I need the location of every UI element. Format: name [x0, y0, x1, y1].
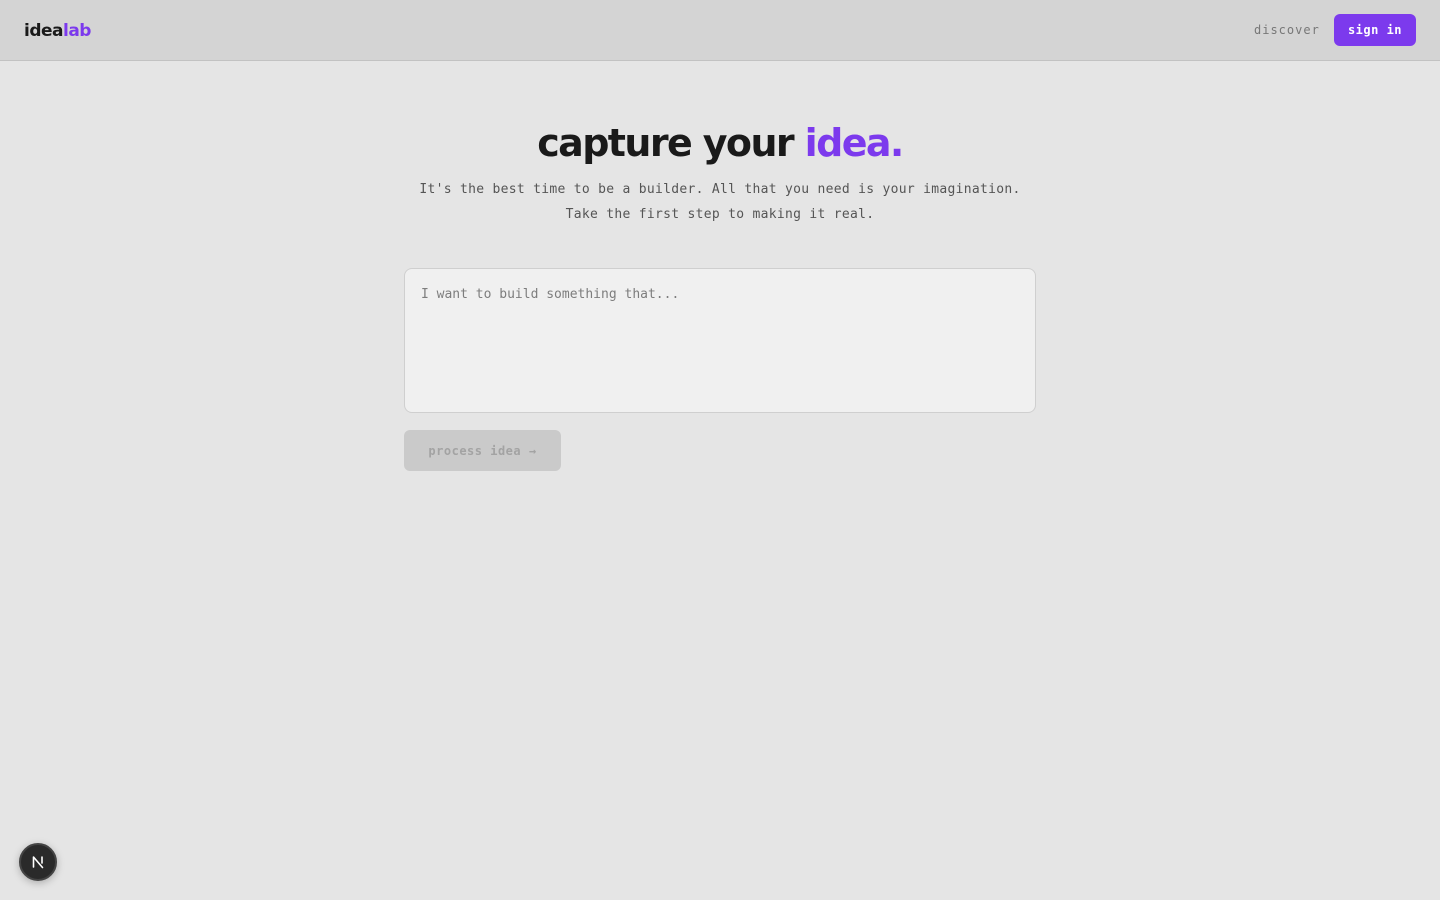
- top-navigation-bar: idealab discover sign in: [0, 0, 1440, 61]
- process-idea-button[interactable]: process idea →: [404, 430, 561, 471]
- discover-link[interactable]: discover: [1254, 21, 1320, 39]
- idealab-logo[interactable]: idealab: [24, 19, 91, 43]
- subtitle-line-2: Take the first step to making it real.: [565, 207, 875, 222]
- logo-text-idea: idea: [24, 21, 64, 41]
- title-text: capture your: [537, 121, 805, 165]
- subtitle-line-1: It's the best time to be a builder. All …: [419, 182, 1021, 197]
- nextjs-devtools-badge[interactable]: [19, 843, 57, 881]
- page-title: capture your idea.: [0, 118, 1440, 168]
- nextjs-n-icon: [32, 856, 44, 869]
- sign-in-button[interactable]: sign in: [1334, 14, 1416, 46]
- idea-input[interactable]: [404, 268, 1036, 413]
- title-accent-text: idea.: [804, 121, 905, 165]
- logo-text-lab: lab: [63, 21, 91, 41]
